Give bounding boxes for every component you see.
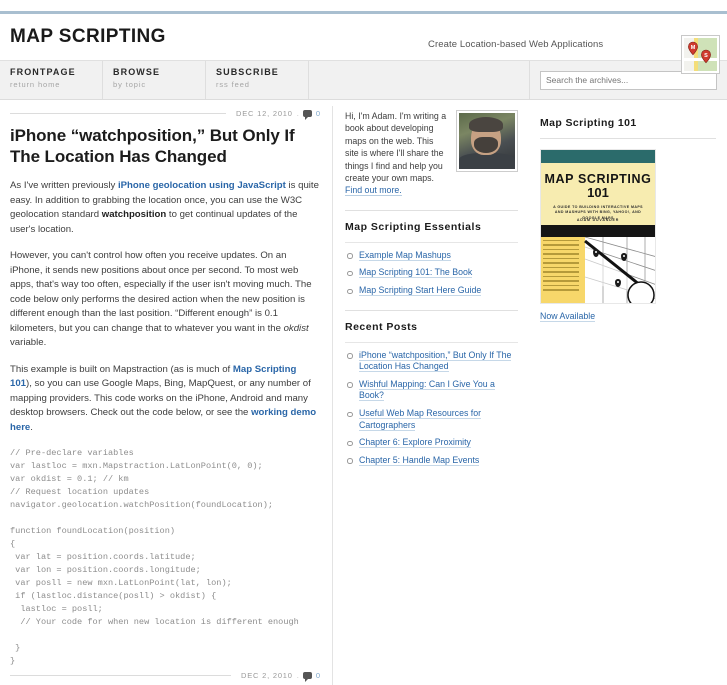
list-item[interactable]: Example Map Mashups xyxy=(345,249,518,262)
list-item[interactable]: Chapter 5: Handle Map Events xyxy=(345,454,518,467)
svg-text:S: S xyxy=(704,53,708,59)
nav-item-subscribe-sub: rss feed xyxy=(216,80,250,89)
post-meta-next: DEC 2, 2010 . 0 xyxy=(10,668,320,685)
p1-bold-watchposition: watchposition xyxy=(101,209,167,220)
avatar xyxy=(456,110,518,172)
recent-posts-heading: Recent Posts xyxy=(345,320,418,333)
next-comment-count[interactable]: 0 xyxy=(316,671,320,680)
right-sidebar: Map Scripting 101 MAP SCRIPTING 101 A GU… xyxy=(530,106,726,543)
meta-separator-2: . xyxy=(296,671,299,680)
comment-count[interactable]: 0 xyxy=(316,109,320,118)
book-cover-author: ADAM DUVANDER xyxy=(576,218,620,222)
now-available-link[interactable]: Now Available xyxy=(540,311,596,322)
nav-item-frontpage[interactable]: FRONTPAGE return home xyxy=(0,61,103,99)
author-bio-text: Hi, I'm Adam. I'm writing a book about d… xyxy=(345,110,447,197)
recent-link-0[interactable]: iPhone “watchposition,” But Only If The … xyxy=(359,349,512,373)
link-iphone-geolocation[interactable]: iPhone geolocation using JavaScript xyxy=(118,180,286,191)
list-item[interactable]: Map Scripting Start Here Guide xyxy=(345,285,518,297)
recent-link-4[interactable]: Chapter 5: Handle Map Events xyxy=(359,454,480,466)
content-wrapper: DEC 12, 2010 . 0 iPhone “watchposition,”… xyxy=(0,100,727,685)
book-cover-teal-band xyxy=(541,150,655,163)
book-cover-image[interactable]: MAP SCRIPTING 101 A GUIDE TO BUILDING IN… xyxy=(540,149,656,304)
post-paragraph-3: This example is built on Mapstraction (a… xyxy=(10,363,320,436)
nav-item-frontpage-title: FRONTPAGE xyxy=(10,67,76,77)
recent-posts-list: iPhone “watchposition,” But Only If The … xyxy=(345,349,518,467)
essentials-link-1[interactable]: Map Scripting 101: The Book xyxy=(359,267,473,279)
avatar-image xyxy=(459,113,515,169)
site-tagline: Create Location-based Web Applications xyxy=(428,39,604,50)
recent-posts-underline xyxy=(345,341,518,343)
svg-text:M: M xyxy=(691,45,696,51)
book-promo: Map Scripting 101 MAP SCRIPTING 101 A GU… xyxy=(540,106,716,324)
masthead: MAP SCRIPTING Create Location-based Web … xyxy=(0,14,727,74)
bio-text-body: Hi, I'm Adam. I'm writing a book about d… xyxy=(345,111,447,184)
author-bio: Hi, I'm Adam. I'm writing a book about d… xyxy=(345,106,518,197)
book-cover-street-lines xyxy=(584,237,655,303)
nav-item-subscribe[interactable]: SUBSCRIBE rss feed xyxy=(206,61,309,99)
book-cover-top: MAP SCRIPTING 101 A GUIDE TO BUILDING IN… xyxy=(541,163,655,225)
post-title: iPhone “watchposition,” But Only If The … xyxy=(10,126,295,166)
p1-pre: As I've written previously xyxy=(10,180,118,191)
book-cover-black-band xyxy=(541,225,655,237)
code-block: // Pre-declare variables var lastloc = m… xyxy=(10,448,299,666)
sidebar-divider-1 xyxy=(345,209,518,211)
avatar-shoulders xyxy=(459,153,515,169)
map-pins-logo-svg: M S xyxy=(684,38,717,71)
post-paragraph-2: However, you can't control how often you… xyxy=(10,249,320,351)
essentials-link-2[interactable]: Map Scripting Start Here Guide xyxy=(359,285,482,297)
essentials-heading: Map Scripting Essentials xyxy=(345,220,482,233)
sidebar-divider-2 xyxy=(345,309,518,311)
book-heading: Map Scripting 101 xyxy=(540,117,637,129)
recent-link-3[interactable]: Chapter 6: Explore Proximity xyxy=(359,437,471,449)
p2-italic-okdist: okdist xyxy=(283,322,309,334)
comment-bubble-icon[interactable] xyxy=(302,672,312,682)
link-find-out-more[interactable]: Find out more. xyxy=(345,185,402,197)
main-navigation: FRONTPAGE return home BROWSE by topic SU… xyxy=(0,60,727,100)
essentials-underline xyxy=(345,241,518,243)
list-item[interactable]: Map Scripting 101: The Book xyxy=(345,267,518,279)
book-cover-title-line2: 101 xyxy=(587,185,609,200)
recent-link-1[interactable]: Wishful Mapping: Can I Give You a Book? xyxy=(359,378,495,402)
meta-separator: . xyxy=(296,109,299,118)
post-date: DEC 12, 2010 xyxy=(236,109,293,118)
avatar-beard xyxy=(474,137,498,153)
meta-divider-rule-2 xyxy=(10,675,231,676)
main-column: DEC 12, 2010 . 0 iPhone “watchposition,”… xyxy=(0,106,333,685)
p3-post: . xyxy=(30,421,33,433)
list-item[interactable]: Useful Web Map Resources for Cartographe… xyxy=(345,408,518,431)
book-underline xyxy=(540,138,716,139)
list-item[interactable]: iPhone “watchposition,” But Only If The … xyxy=(345,349,518,373)
post-meta-top: DEC 12, 2010 . 0 xyxy=(10,106,320,123)
avatar-hair xyxy=(469,117,503,132)
nav-item-browse[interactable]: BROWSE by topic xyxy=(103,61,206,99)
nav-item-frontpage-sub: return home xyxy=(10,80,61,89)
recent-link-2[interactable]: Useful Web Map Resources for Cartographe… xyxy=(359,408,482,431)
site-brand-title[interactable]: MAP SCRIPTING xyxy=(10,26,166,48)
p3-pre: This example is built on Mapstraction (a… xyxy=(10,363,233,375)
nav-item-browse-title: BROWSE xyxy=(113,67,161,77)
nav-spacer xyxy=(309,61,530,99)
post-paragraph-1: As I've written previously iPhone geoloc… xyxy=(10,179,320,237)
essentials-list: Example Map Mashups Map Scripting 101: T… xyxy=(345,249,518,297)
book-cover-title-line1: MAP SCRIPTING xyxy=(544,172,652,186)
essentials-link-0[interactable]: Example Map Mashups xyxy=(359,249,451,261)
p2-post: variable. xyxy=(10,337,47,348)
list-item[interactable]: Chapter 6: Explore Proximity xyxy=(345,437,518,449)
p2-pre: However, you can't control how often you… xyxy=(10,250,312,334)
nav-item-subscribe-title: SUBSCRIBE xyxy=(216,67,279,77)
nav-item-browse-sub: by topic xyxy=(113,80,147,89)
list-item[interactable]: Wishful Mapping: Can I Give You a Book? xyxy=(345,378,518,402)
meta-divider-rule xyxy=(10,113,227,114)
next-post-date: DEC 2, 2010 xyxy=(240,671,293,680)
map-pins-logo-icon[interactable]: M S xyxy=(681,35,720,74)
book-cover-map-art xyxy=(541,237,655,303)
middle-sidebar: Hi, I'm Adam. I'm writing a book about d… xyxy=(333,106,530,543)
comment-bubble-icon[interactable] xyxy=(302,110,312,120)
